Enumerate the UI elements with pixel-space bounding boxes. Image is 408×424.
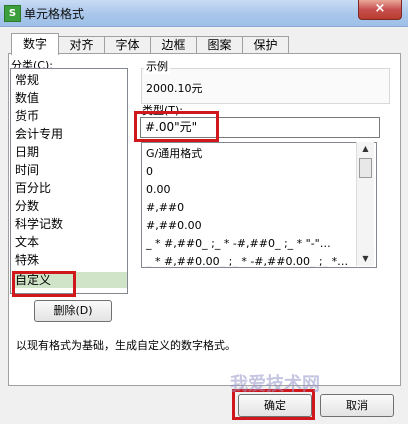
sample-box: 2000.10元 [141,68,390,104]
category-item[interactable]: 科学记数 [13,216,127,232]
highlight-box-type [134,111,219,142]
category-item[interactable]: 货币 [13,108,127,124]
category-item[interactable]: 特殊 [13,252,127,268]
tab-protection[interactable]: 保护 [242,36,289,54]
category-item[interactable]: 分数 [13,198,127,214]
scroll-down-icon[interactable]: ▼ [357,252,374,266]
format-list-scrollbar[interactable]: ▲ ▼ [356,142,374,266]
category-item[interactable]: 数值 [13,90,127,106]
format-list-item[interactable]: _ * #,##0.00_ ;_ * -#,##0.00_ ;_ *… [146,253,348,267]
sample-value: 2000.10元 [146,82,203,95]
format-list-item[interactable]: 0.00 [146,181,171,199]
close-button[interactable]: × [358,0,402,20]
format-code-list[interactable]: G/通用格式 0 0.00 #,##0 #,##0.00 _ * #,##0_ … [141,142,377,268]
category-list[interactable]: 常规 数值 货币 会计专用 日期 时间 百分比 分数 科学记数 文本 特殊 自定… [10,68,128,294]
scroll-thumb[interactable] [359,158,372,178]
category-item[interactable]: 日期 [13,144,127,160]
format-description: 以现有格式为基础，生成自定义的数字格式。 [16,339,236,352]
format-list-item[interactable]: 0 [146,163,153,181]
tab-alignment[interactable]: 对齐 [58,36,105,54]
tab-number[interactable]: 数字 [11,33,59,55]
format-list-item[interactable]: #,##0 [146,199,184,217]
category-item[interactable]: 会计专用 [13,126,127,142]
format-list-item[interactable]: #,##0.00 [146,217,202,235]
category-item[interactable]: 文本 [13,234,127,250]
app-logo-icon: S [4,5,21,22]
tab-pattern[interactable]: 图案 [196,36,243,54]
tab-font[interactable]: 字体 [104,36,151,54]
highlight-box-custom [12,271,76,297]
close-icon: × [374,1,386,16]
format-list-item[interactable]: _ * #,##0_ ;_ * -#,##0_ ;_ * "-"… [146,235,331,253]
delete-button[interactable]: 删除(D) [34,300,112,322]
category-item[interactable]: 时间 [13,162,127,178]
tab-border[interactable]: 边框 [150,36,197,54]
scroll-up-icon[interactable]: ▲ [357,142,374,156]
title-bar: S 单元格格式 × [0,0,408,27]
watermark-text: 我爱技术网 [230,374,320,395]
dialog-title: 单元格格式 [24,7,85,21]
sample-label: 示例 [144,58,170,74]
category-item[interactable]: 百分比 [13,180,127,196]
category-item[interactable]: 常规 [13,72,127,88]
format-list-item[interactable]: G/通用格式 [146,145,202,163]
